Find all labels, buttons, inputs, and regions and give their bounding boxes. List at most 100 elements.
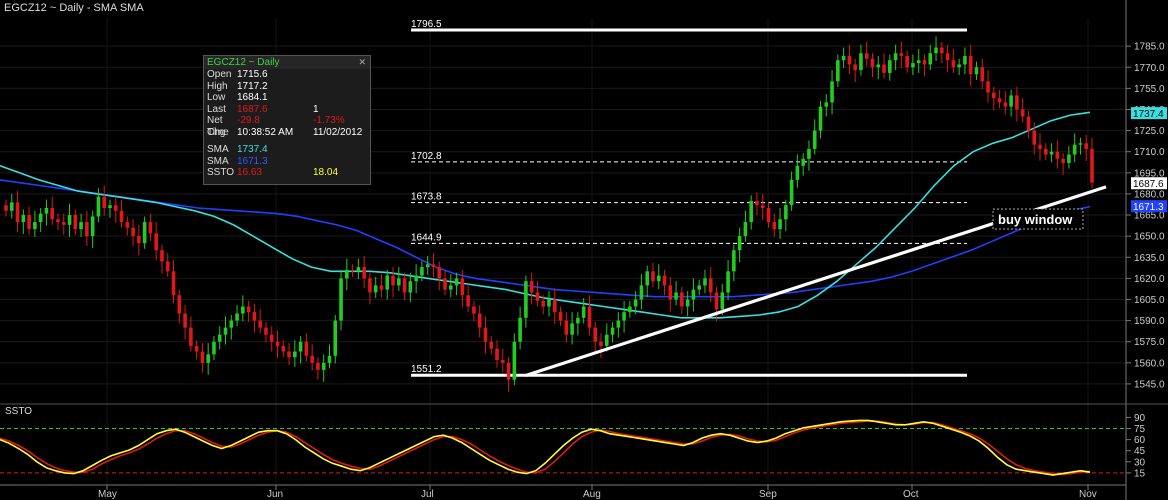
candle-body	[477, 313, 482, 328]
candle-body	[489, 341, 494, 349]
candle-body	[656, 275, 661, 282]
candle-body	[454, 278, 459, 286]
y-tick-label: 1545.0	[1134, 379, 1165, 390]
candle-body	[304, 341, 309, 356]
candle-body	[945, 53, 950, 61]
candle-body	[968, 56, 973, 75]
svg-text:buy window: buy window	[998, 212, 1073, 227]
candle-body	[333, 320, 338, 356]
candle-body	[714, 292, 719, 310]
candle-body	[1067, 154, 1071, 163]
candle-body	[408, 281, 413, 293]
row-label: Net Chg	[207, 115, 226, 138]
candle-body	[206, 354, 210, 363]
candle-body	[685, 299, 690, 307]
price-tag-label: 1671.3	[1133, 202, 1164, 213]
buy-window-annotation: buy window	[992, 208, 1084, 230]
candle-body	[911, 63, 915, 68]
candle-body	[951, 60, 956, 68]
candle-body	[645, 271, 650, 286]
candle-body	[963, 56, 967, 65]
candle-body	[668, 285, 673, 300]
candle-body	[882, 64, 886, 73]
candle-body	[732, 250, 736, 272]
candle-body	[622, 312, 626, 321]
candle-body	[997, 98, 1002, 103]
candle-body	[1043, 148, 1048, 155]
ssto-y-tick-label: 60	[1134, 435, 1146, 446]
y-tick-label: 1620.0	[1134, 274, 1165, 285]
row-extra: 11/02/2012	[313, 126, 363, 138]
candle-body	[310, 355, 314, 363]
candle-body	[142, 222, 147, 244]
candle-body	[529, 281, 534, 293]
candle-body	[125, 222, 130, 228]
candle-body	[974, 67, 979, 75]
data-window[interactable]: EGCZ12 ~ Daily ✕ Open 1715.6 High 1717.2 Low…	[203, 55, 371, 185]
candle-body	[437, 267, 442, 279]
candle-body	[1078, 143, 1083, 145]
candle-body	[755, 200, 759, 206]
candle-body	[743, 222, 748, 237]
candle-body	[321, 362, 326, 370]
row-value: 1684.1	[237, 92, 268, 103]
candle-body	[940, 47, 944, 54]
candle-body	[50, 208, 55, 220]
row-value: 1737.4	[237, 144, 268, 155]
candle-body	[1038, 144, 1042, 149]
candle-body	[448, 285, 453, 290]
level-label: 1796.5	[411, 19, 442, 30]
y-tick-label: 1590.0	[1134, 316, 1165, 327]
candle-body	[131, 227, 135, 237]
candle-body	[610, 327, 615, 335]
candle-body	[766, 208, 771, 223]
y-tick-label: 1575.0	[1134, 337, 1165, 348]
candle-body	[327, 355, 332, 363]
data-window-row: Net Chg -29.8 -1.73%	[204, 115, 370, 138]
data-window-title: EGCZ12 ~ Daily	[204, 56, 370, 69]
candle-body	[916, 60, 921, 64]
candle-body	[79, 222, 83, 230]
candle-body	[483, 327, 488, 342]
candle-body	[1032, 130, 1037, 145]
candle-body	[15, 202, 20, 223]
data-window-row: SMA 1671.3	[204, 156, 370, 168]
candle-body	[67, 215, 72, 225]
candle-body	[194, 345, 199, 352]
candle-body	[119, 210, 124, 223]
candle-body	[587, 306, 592, 328]
candle-body	[888, 60, 892, 73]
candle-body	[339, 278, 343, 321]
candle-body	[830, 81, 834, 103]
candle-body	[552, 299, 557, 313]
candle-body	[402, 278, 407, 293]
candle-body	[899, 53, 904, 56]
candle-body	[356, 267, 361, 272]
candle-body	[1084, 143, 1089, 149]
candle-body	[269, 334, 274, 342]
candle-body	[298, 341, 303, 352]
candle-body	[391, 275, 395, 286]
candle-body	[1009, 95, 1013, 107]
data-window-row: Low 1684.1	[204, 92, 370, 104]
candle-body	[986, 81, 990, 93]
row-value: 16.63	[237, 167, 263, 178]
candle-body	[980, 67, 985, 82]
close-icon[interactable]: ✕	[358, 57, 366, 69]
candle-body	[1061, 158, 1065, 163]
row-label: High	[207, 80, 228, 92]
candle-body	[720, 292, 725, 310]
candle-body	[246, 306, 251, 313]
y-tick-label: 1635.0	[1134, 253, 1165, 264]
candle-body	[991, 92, 996, 99]
candle-body	[96, 196, 101, 217]
candle-body	[616, 320, 621, 328]
candle-body	[4, 205, 8, 211]
ssto-title: SSTO	[5, 406, 32, 417]
candle-body	[420, 267, 424, 276]
candle-body	[512, 341, 517, 380]
ssto-y-tick-label: 75	[1134, 424, 1146, 435]
candle-body	[1049, 151, 1054, 155]
candle-body	[189, 327, 193, 346]
candle-body	[680, 292, 684, 307]
